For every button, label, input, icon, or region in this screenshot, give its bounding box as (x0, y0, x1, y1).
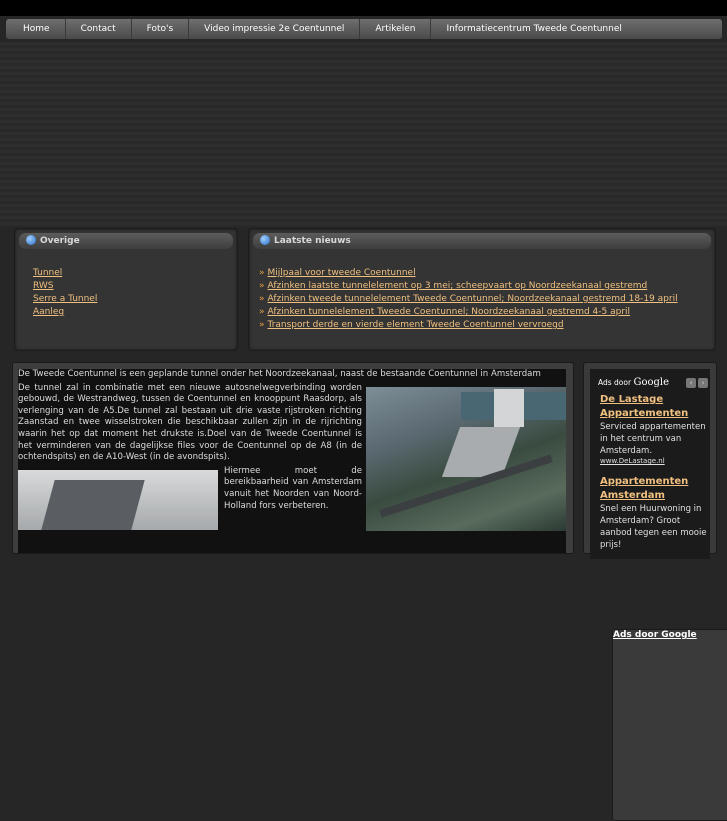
link-rws[interactable]: RWS (33, 280, 97, 293)
news-title: Laatste nieuws (274, 236, 351, 246)
news-item: » Afzinken tweede tunnelelement Tweede Co… (259, 293, 678, 306)
article-body: De Tweede Coentunnel is een geplande tun… (18, 369, 566, 553)
nav-informatiecentrum[interactable]: Informatiecentrum Tweede Coentunnel (431, 19, 636, 39)
news-link[interactable]: Afzinken tunnelelement Tweede Coentunnel… (268, 307, 631, 317)
article-intro: De Tweede Coentunnel is een geplande tun… (18, 369, 541, 379)
nav-contact[interactable]: Contact (66, 19, 132, 39)
top-black-bar (0, 0, 727, 16)
overige-title: Overige (40, 236, 80, 246)
news-panel: Laatste nieuws » Mijlpaal voor tweede Coe… (248, 228, 716, 351)
ad-item: Appartementen Amsterdam Snel een Huurwon… (600, 475, 708, 551)
overige-panel: Overige Ads door Google Tunnel RWS Serre… (14, 228, 727, 821)
link-aanleg[interactable]: Aanleg (33, 306, 97, 319)
news-link[interactable]: Afzinken laatste tunnelelement op 3 mei;… (268, 281, 648, 291)
news-item: » Mijlpaal voor tweede Coentunnel (259, 267, 678, 280)
news-link[interactable]: Transport derde en vierde element Tweede… (268, 320, 564, 330)
ad-item: De Lastage Appartementen Serviced appart… (600, 393, 708, 465)
ads-prev-button[interactable]: ‹ (686, 378, 696, 388)
arrow-icon: » (259, 281, 265, 291)
globe-icon (260, 234, 270, 245)
header-banner (0, 42, 727, 227)
ad-description: Serviced appartementen in het centrum va… (600, 422, 706, 456)
news-header: Laatste nieuws (253, 233, 711, 249)
link-serre-a-tunnel[interactable]: Serre a Tunnel (33, 293, 97, 306)
main-content-panel: De Tweede Coentunnel is een geplande tun… (12, 362, 574, 554)
arrow-icon: » (259, 320, 265, 330)
arrow-icon: » (259, 307, 265, 317)
news-list: » Mijlpaal voor tweede Coentunnel » Afzink… (259, 267, 678, 332)
ads-panel: Ads door Google ‹ › De Lastage Apparteme… (583, 362, 717, 559)
ads-label-prefix: Ads door (598, 378, 632, 387)
news-link[interactable]: Mijlpaal voor tweede Coentunnel (268, 268, 416, 278)
ad-url[interactable]: www.DeLastage.nl (600, 457, 708, 465)
tunnel-render-image (366, 386, 566, 531)
arrow-icon: » (259, 294, 265, 304)
globe-icon (26, 234, 36, 245)
overige-links: Ads door Google Tunnel RWS Serre a Tunne… (29, 267, 727, 821)
ads-next-button[interactable]: › (698, 378, 708, 388)
ad-title[interactable]: Appartementen Amsterdam (600, 475, 708, 503)
nav-artikelen[interactable]: Artikelen (360, 19, 432, 39)
link-tunnel[interactable]: Tunnel (33, 267, 97, 280)
google-logo: Google (633, 377, 670, 388)
ads-inner: Ads door Google ‹ › De Lastage Apparteme… (590, 369, 710, 559)
ads-by-google-header[interactable]: Ads door Google (598, 377, 669, 388)
nav-home[interactable]: Home (6, 19, 66, 39)
overige-header: Overige (19, 233, 233, 249)
ads-by-google-label[interactable]: Ads door Google (612, 629, 727, 821)
ad-title[interactable]: De Lastage Appartementen (600, 393, 708, 421)
tunnel-photo-image (18, 469, 218, 530)
news-item: » Afzinken laatste tunnelelement op 3 mei… (259, 280, 678, 293)
nav-video[interactable]: Video impressie 2e Coentunnel (189, 19, 361, 39)
ad-description: Snel een Huurwoning in Amsterdam? Groot … (600, 504, 707, 550)
nav-fotos[interactable]: Foto's (132, 19, 190, 39)
news-link[interactable]: Afzinken tweede tunnelelement Tweede Coe… (268, 294, 678, 304)
news-item: » Transport derde en vierde element Tweed… (259, 319, 678, 332)
arrow-icon: » (259, 268, 265, 278)
main-nav: Home Contact Foto's Video impressie 2e C… (6, 19, 722, 39)
news-item: » Afzinken tunnelelement Tweede Coentunne… (259, 306, 678, 319)
